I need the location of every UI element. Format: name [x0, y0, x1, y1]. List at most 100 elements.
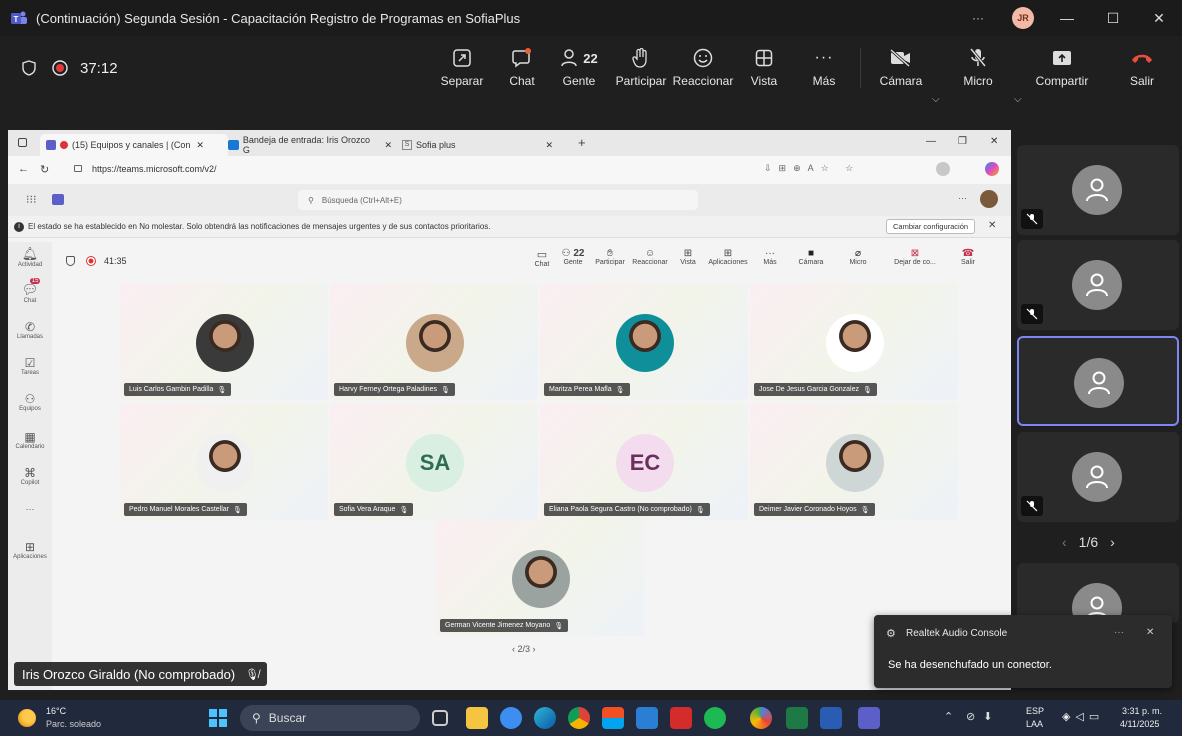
inner-participar[interactable]: ✋︎ Participar: [592, 248, 628, 266]
browser-close-icon[interactable]: ✕: [990, 136, 998, 147]
teams-taskbar-icon[interactable]: [858, 707, 880, 729]
tray-chevron-icon[interactable]: ⌃: [944, 710, 953, 723]
maximize-button[interactable]: ☐: [1090, 0, 1136, 36]
lang-top[interactable]: ESP: [1026, 706, 1044, 716]
participant-tile[interactable]: SA Sofia Vera Araque 🎙︎: [330, 404, 538, 520]
browser-tab-outlook[interactable]: Bandeja de entrada: Iris Orozco G ✕: [222, 134, 392, 156]
addressbar-tools-icon[interactable]: ⇩⊞⊕A☆ ☆: [764, 163, 860, 174]
mic-options-chevron-icon[interactable]: ⌵: [1014, 94, 1022, 105]
rail-chat[interactable]: 💬︎ 15 Chat: [8, 278, 52, 304]
participant-tile[interactable]: [1017, 563, 1179, 623]
excel-icon[interactable]: [786, 707, 808, 729]
inner-camara[interactable]: ■ Cámara: [794, 248, 828, 266]
start-button[interactable]: [209, 709, 227, 727]
participant-tile[interactable]: [1017, 145, 1179, 235]
next-chevron-icon[interactable]: ›: [1110, 534, 1115, 550]
browser-tab-sofia[interactable]: S Sofia plus ✕: [396, 134, 564, 156]
url-field[interactable]: https://teams.microsoft.com/v2/: [92, 164, 217, 174]
separar-button[interactable]: Separar: [440, 44, 484, 94]
mas-button[interactable]: ··· Más: [806, 44, 842, 94]
camara-button[interactable]: Cámara: [876, 44, 926, 94]
lang-bottom[interactable]: LAA: [1026, 719, 1043, 729]
vista-button[interactable]: Vista: [746, 44, 782, 94]
more-icon[interactable]: ···: [958, 193, 967, 203]
user-avatar[interactable]: [980, 190, 998, 208]
chat-button[interactable]: Chat: [502, 44, 542, 94]
taskbar-search[interactable]: ⚲ Buscar: [240, 705, 420, 731]
browser-restore-icon[interactable]: ❐: [958, 136, 967, 147]
rail-aplicaciones[interactable]: ⊞ Aplicaciones: [8, 540, 52, 560]
tab-close-icon[interactable]: ✕: [384, 140, 392, 151]
clock-time[interactable]: 3:31 p. m.: [1122, 706, 1162, 716]
browser-app-icon[interactable]: [750, 707, 772, 729]
inner-mas[interactable]: ··· Más: [760, 248, 780, 266]
change-settings-button[interactable]: Cambiar configuración: [886, 219, 976, 234]
participant-tile[interactable]: Luis Carlos Gambin Padilla 🎙︎: [120, 284, 328, 400]
participant-tile[interactable]: German Vicente Jimenez Moyano 🎙︎: [436, 520, 644, 636]
toast-more-button[interactable]: ···: [1114, 627, 1124, 638]
banner-close-icon[interactable]: ✕: [988, 220, 996, 231]
close-button[interactable]: ✕: [1136, 0, 1182, 36]
tab-actions-icon[interactable]: [18, 138, 27, 147]
rail-copilot[interactable]: ⌘ Copilot: [8, 466, 52, 486]
browser-minimize-icon[interactable]: —: [926, 136, 936, 147]
copilot-icon[interactable]: [985, 162, 999, 176]
participant-tile[interactable]: Harvy Ferney Ortega Paladines 🎙︎: [330, 284, 538, 400]
weather-icon[interactable]: [18, 709, 36, 727]
file-explorer-icon[interactable]: [466, 707, 488, 729]
rail-tareas[interactable]: ☑ Tareas: [8, 356, 52, 376]
inner-vista[interactable]: ⊞ Vista: [676, 248, 700, 266]
salir-button[interactable]: Salir: [1122, 44, 1162, 94]
rail-equipos[interactable]: ⚇ Equipos: [8, 392, 52, 412]
participant-tile[interactable]: Pedro Manuel Morales Castellar 🎙︎: [120, 404, 328, 520]
tray-icons[interactable]: ⊘⬇: [966, 710, 1000, 723]
inner-chat[interactable]: ▭ Chat: [530, 248, 554, 268]
new-tab-icon[interactable]: +: [578, 135, 586, 150]
toast-notification[interactable]: ⚙ Realtek Audio Console ··· ✕ Se ha dese…: [874, 615, 1172, 688]
minimize-button[interactable]: —: [1044, 0, 1090, 36]
micro-button[interactable]: Micro: [958, 44, 998, 94]
task-view-icon[interactable]: [432, 710, 448, 726]
rail-llamadas[interactable]: ✆ Llamadas: [8, 320, 52, 340]
spotify-icon[interactable]: [704, 707, 726, 729]
reaccionar-button[interactable]: Reaccionar: [672, 44, 734, 94]
inner-gente[interactable]: ⚇ 22 Gente: [558, 248, 588, 266]
participant-tile[interactable]: [1017, 240, 1179, 330]
participant-tile[interactable]: [1017, 432, 1179, 522]
participant-tile[interactable]: Jose De Jesus Garcia Gonzalez 🎙︎: [750, 284, 958, 400]
edge-icon[interactable]: [534, 707, 556, 729]
photos-icon[interactable]: [636, 707, 658, 729]
back-icon[interactable]: ←: [18, 163, 29, 175]
user-avatar[interactable]: JR: [1012, 7, 1034, 29]
app-launcher-icon[interactable]: ⁝⁝⁝: [26, 193, 37, 206]
prev-chevron-icon[interactable]: ‹: [1062, 534, 1067, 550]
acrobat-icon[interactable]: [670, 707, 692, 729]
participant-tile[interactable]: Maritza Perea Mafla 🎙︎: [540, 284, 748, 400]
rail-calendario[interactable]: ▦ Calendario: [8, 430, 52, 450]
settings-app-icon[interactable]: [500, 707, 522, 729]
participant-tile[interactable]: EC Eliana Paola Segura Castro (No comprob…: [540, 404, 748, 520]
side-pager[interactable]: ‹ 1/6 ›: [1062, 534, 1115, 550]
inner-aplicaciones[interactable]: ⊞ Aplicaciones: [706, 248, 750, 266]
store-icon[interactable]: [602, 707, 624, 729]
compartir-button[interactable]: Compartir: [1034, 44, 1090, 94]
profile-icon[interactable]: [936, 162, 950, 176]
toast-close-button[interactable]: ✕: [1146, 627, 1154, 638]
word-icon[interactable]: [820, 707, 842, 729]
inner-dejar[interactable]: ⊠ Dejar de co...: [890, 248, 940, 266]
participant-tile-active[interactable]: [1017, 336, 1179, 426]
teams-search[interactable]: ⚲ Búsqueda (Ctrl+Alt+E): [298, 190, 698, 210]
grid-pager[interactable]: ‹ 2/3 ›: [512, 644, 536, 654]
network-sound-battery-icons[interactable]: ◈◁▭: [1062, 710, 1104, 723]
rail-more[interactable]: ···: [8, 504, 52, 514]
refresh-icon[interactable]: ↻: [40, 163, 49, 176]
inner-salir[interactable]: ☎ Salir: [956, 248, 980, 266]
gente-button[interactable]: 22 Gente: [556, 44, 602, 94]
tab-close-icon[interactable]: ✕: [196, 140, 204, 151]
more-options-button[interactable]: ···: [972, 11, 984, 25]
tab-close-icon[interactable]: ✕: [546, 140, 554, 151]
clock-date[interactable]: 4/11/2025: [1120, 719, 1159, 729]
camera-options-chevron-icon[interactable]: ⌵: [932, 94, 940, 105]
participar-button[interactable]: Participar: [612, 44, 670, 94]
inner-reaccionar[interactable]: ☺ Reaccionar: [630, 248, 670, 266]
